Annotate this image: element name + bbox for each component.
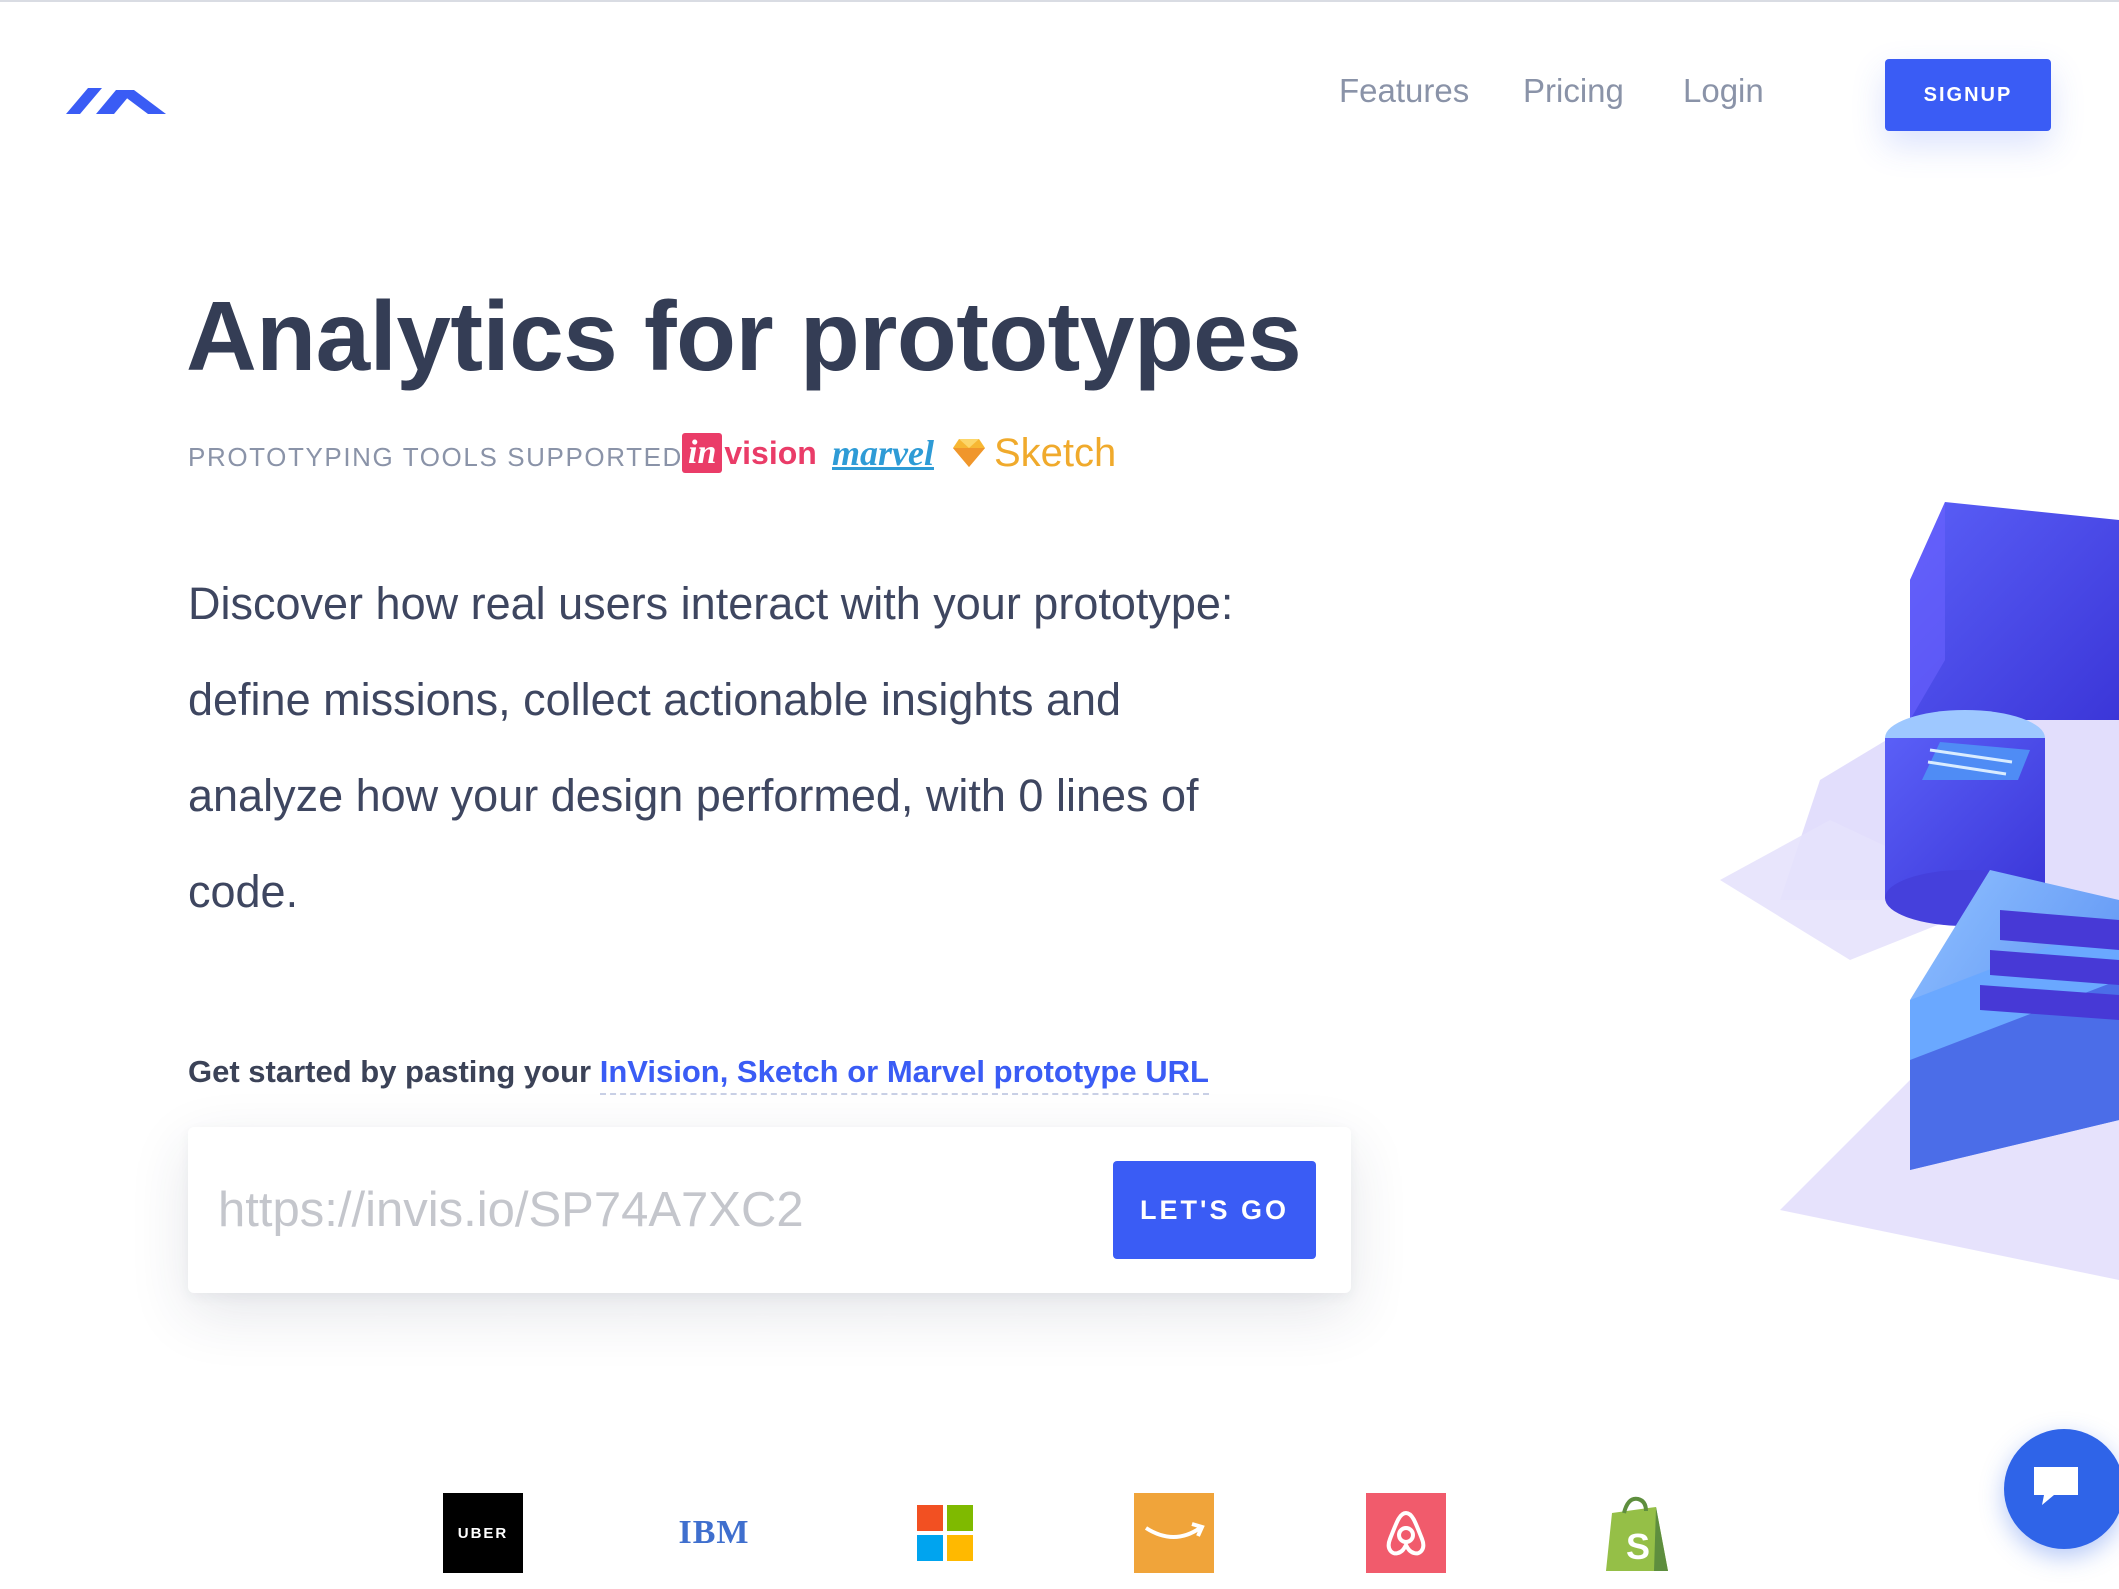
invision-logo: in vision xyxy=(682,428,817,478)
microsoft-logo-icon xyxy=(905,1493,985,1573)
sketch-logo-text: Sketch xyxy=(994,430,1117,475)
marvel-logo-text: marvel xyxy=(832,433,934,473)
marvel-logo: marvel xyxy=(832,428,934,478)
hero-description: Discover how real users interact with yo… xyxy=(188,578,1234,917)
tools-supported-label: PROTOTYPING TOOLS SUPPORTED xyxy=(188,442,683,472)
top-divider xyxy=(0,0,2119,2)
signup-button[interactable]: SIGNUP xyxy=(1885,59,2051,131)
isometric-illustration xyxy=(1720,502,2119,1280)
cta-lead-text: Get started by pasting your xyxy=(188,1054,600,1089)
uber-logo: UBER xyxy=(443,1493,523,1573)
page-title: Analytics for prototypes xyxy=(186,281,1302,391)
amazon-smile-icon xyxy=(1134,1493,1214,1573)
svg-text:S: S xyxy=(1626,1526,1650,1567)
invision-logo-text: vision xyxy=(724,434,817,471)
logo-icon[interactable] xyxy=(66,76,168,118)
airbnb-logo-icon xyxy=(1366,1493,1446,1573)
nav-features-link[interactable]: Features xyxy=(1339,72,1469,110)
chat-icon xyxy=(2034,1467,2078,1505)
chat-button[interactable] xyxy=(2004,1429,2119,1549)
lets-go-button[interactable]: LET'S GO xyxy=(1113,1161,1316,1259)
cta-prompt: Get started by pasting your InVision, Sk… xyxy=(188,1054,1209,1095)
nav-login-link[interactable]: Login xyxy=(1683,72,1764,110)
ibm-logo: IBM xyxy=(678,1514,750,1551)
nav-pricing-link[interactable]: Pricing xyxy=(1523,72,1624,110)
sketch-diamond-icon xyxy=(953,439,985,467)
prototype-url-input[interactable] xyxy=(218,1167,1038,1253)
sketch-logo: Sketch xyxy=(952,428,1116,478)
prototype-url-help-link[interactable]: InVision, Sketch or Marvel prototype URL xyxy=(599,1054,1209,1095)
page: Features Pricing Login SIGNUP Analytics … xyxy=(0,0,2119,1589)
invision-logo-mark: in xyxy=(682,433,723,473)
shopify-bag-icon: S xyxy=(1596,1493,1676,1573)
url-form: LET'S GO xyxy=(188,1127,1351,1293)
